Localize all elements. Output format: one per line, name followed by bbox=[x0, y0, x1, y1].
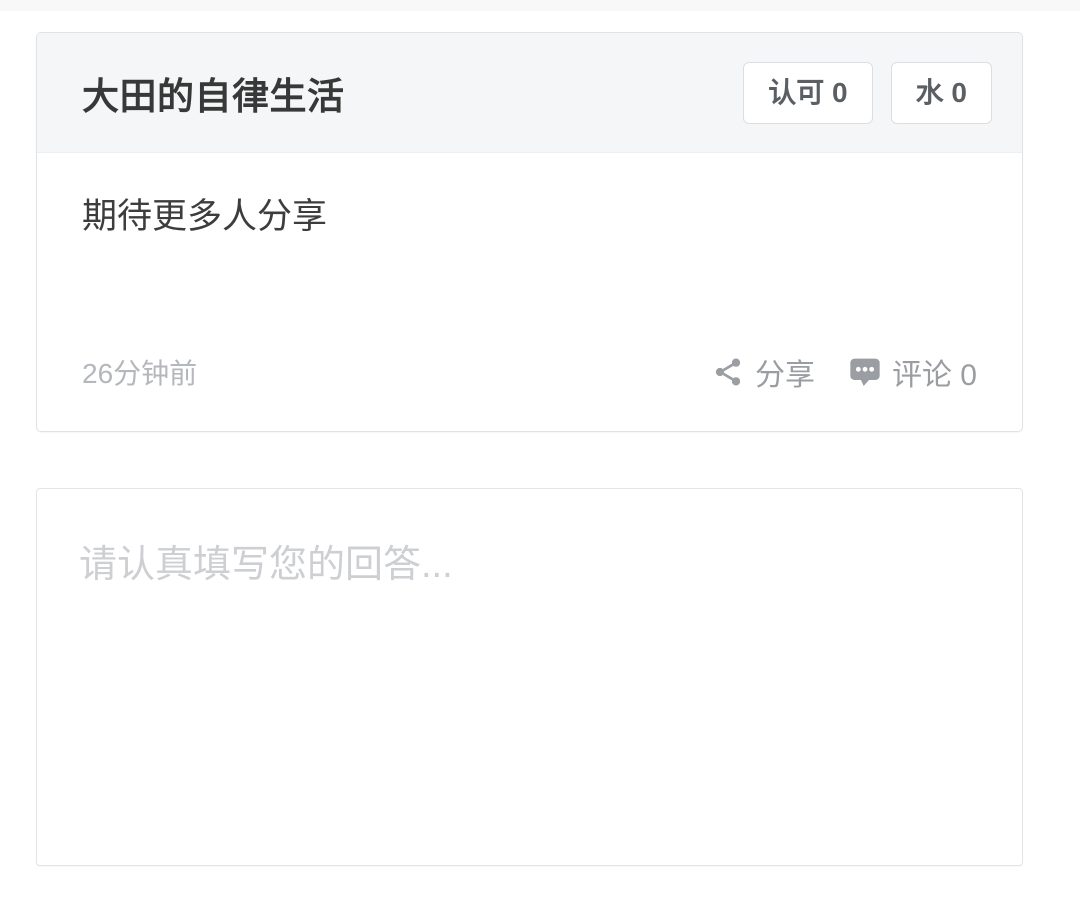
footer-action-group: 分享 评论 0 bbox=[712, 350, 977, 394]
comment-bubble-icon bbox=[849, 356, 881, 388]
top-status-strip bbox=[0, 0, 1080, 11]
question-card-header: 大田的自律生活 认可 0 水 0 bbox=[37, 33, 1022, 153]
page-content: 大田的自律生活 认可 0 水 0 期待更多人分享 26分钟前 分享 评论 0 请… bbox=[0, 11, 1080, 905]
share-action[interactable]: 分享 bbox=[712, 350, 815, 394]
post-timestamp: 26分钟前 bbox=[82, 358, 198, 389]
question-title: 大田的自律生活 bbox=[82, 75, 345, 117]
comment-action[interactable]: 评论 0 bbox=[849, 350, 977, 394]
water-button[interactable]: 水 0 bbox=[890, 61, 992, 124]
answer-textarea[interactable] bbox=[37, 489, 1022, 865]
vote-button-group: 认可 0 水 0 bbox=[743, 61, 992, 124]
comment-label: 评论 0 bbox=[891, 359, 977, 392]
answer-input-card[interactable] bbox=[36, 488, 1023, 866]
share-icon bbox=[712, 356, 744, 388]
approve-button[interactable]: 认可 0 bbox=[743, 61, 873, 124]
question-card: 大田的自律生活 认可 0 水 0 期待更多人分享 26分钟前 分享 评论 0 bbox=[36, 32, 1023, 432]
question-card-body: 期待更多人分享 bbox=[37, 153, 1022, 313]
question-card-footer: 26分钟前 分享 评论 0 bbox=[37, 313, 1022, 431]
question-body-text: 期待更多人分享 bbox=[82, 197, 328, 236]
share-label: 分享 bbox=[754, 359, 815, 392]
